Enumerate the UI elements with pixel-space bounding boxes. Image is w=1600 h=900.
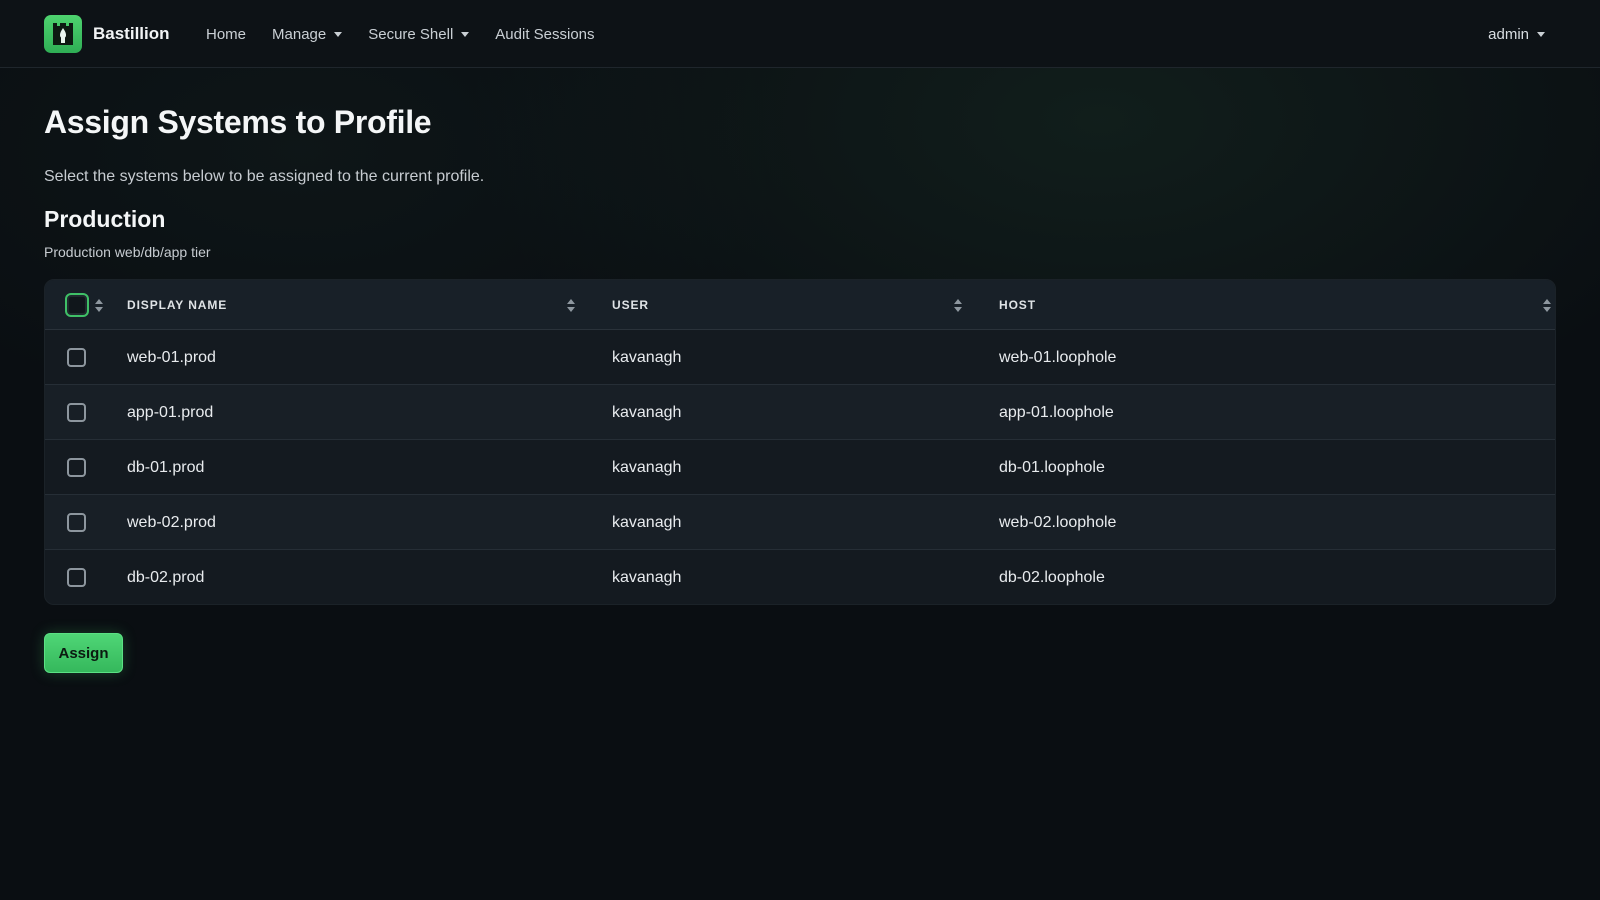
user-cell: kavanagh — [612, 403, 682, 421]
row-checkbox[interactable] — [67, 348, 86, 367]
row-checkbox[interactable] — [67, 458, 86, 477]
column-header-label: USER — [612, 298, 649, 312]
castle-icon — [44, 15, 82, 53]
host-cell: app-01.loophole — [999, 403, 1114, 421]
nav-item-manage[interactable]: Manage — [272, 25, 343, 43]
table-row[interactable]: app-01.prod kavanagh app-01.loophole — [45, 385, 1555, 440]
user-cell: kavanagh — [612, 348, 682, 366]
host-cell: web-01.loophole — [999, 348, 1117, 366]
host-cell: db-02.loophole — [999, 568, 1105, 586]
chevron-down-icon — [461, 31, 470, 37]
column-header-label: HOST — [999, 298, 1036, 312]
nav-item-secure-shell[interactable]: Secure Shell — [368, 25, 470, 43]
display-name-cell: db-02.prod — [127, 568, 205, 586]
nav-item-label: Manage — [272, 25, 327, 43]
user-cell: kavanagh — [612, 568, 682, 586]
navbar: Bastillion Home Manage Secure Shell Audi… — [0, 0, 1600, 68]
display-name-cell: db-01.prod — [127, 458, 205, 476]
select-all-checkbox[interactable] — [67, 295, 87, 315]
column-header-display-name[interactable]: DISPLAY NAME — [127, 280, 227, 330]
user-cell: kavanagh — [612, 513, 682, 531]
brand-name: Bastillion — [93, 24, 170, 43]
host-cell: db-01.loophole — [999, 458, 1105, 476]
brand[interactable]: Bastillion — [44, 15, 170, 53]
user-name: admin — [1488, 25, 1529, 43]
column-header-label: DISPLAY NAME — [127, 298, 228, 312]
column-header-user[interactable]: USER — [612, 280, 649, 330]
column-header-host[interactable]: HOST — [999, 280, 1036, 330]
nav-item-label: Audit Sessions — [495, 25, 595, 43]
table-row[interactable]: web-02.prod kavanagh web-02.loophole — [45, 495, 1555, 550]
page-description: Select the systems below to be assigned … — [44, 168, 485, 185]
user-menu[interactable]: admin — [1488, 0, 1545, 68]
main-nav: Home Manage Secure Shell Audit Sessions — [206, 0, 621, 68]
display-name-cell: web-02.prod — [127, 513, 216, 531]
nav-item-label: Home — [206, 25, 247, 43]
chevron-down-icon — [1537, 31, 1545, 37]
nav-item-home[interactable]: Home — [206, 26, 246, 43]
display-name-cell: app-01.prod — [127, 403, 214, 421]
row-checkbox[interactable] — [67, 403, 86, 422]
host-cell: web-02.loophole — [999, 513, 1117, 531]
nav-item-label: Secure Shell — [368, 25, 454, 43]
row-checkbox[interactable] — [67, 568, 86, 587]
sort-icon[interactable] — [95, 299, 103, 312]
sort-icon[interactable] — [954, 299, 962, 312]
select-all-column — [67, 280, 87, 330]
chevron-down-icon — [334, 31, 343, 37]
row-checkbox[interactable] — [67, 513, 86, 532]
table-row[interactable]: web-01.prod kavanagh web-01.loophole — [45, 330, 1555, 385]
profile-name: Production — [44, 206, 166, 232]
table-row[interactable]: db-02.prod kavanagh db-02.loophole — [45, 550, 1555, 604]
display-name-cell: web-01.prod — [127, 348, 216, 366]
table-row[interactable]: db-01.prod kavanagh db-01.loophole — [45, 440, 1555, 495]
systems-table: DISPLAY NAME USER HOST web-01.prod kavan… — [44, 279, 1556, 605]
table-header: DISPLAY NAME USER HOST — [45, 280, 1555, 330]
sort-icon[interactable] — [567, 299, 575, 312]
sort-icon[interactable] — [1543, 299, 1551, 312]
nav-item-audit-sessions[interactable]: Audit Sessions — [495, 26, 594, 43]
profile-description: Production web/db/app tier — [44, 244, 211, 260]
page-title: Assign Systems to Profile — [44, 104, 432, 140]
user-cell: kavanagh — [612, 458, 682, 476]
assign-button[interactable]: Assign — [44, 633, 123, 673]
